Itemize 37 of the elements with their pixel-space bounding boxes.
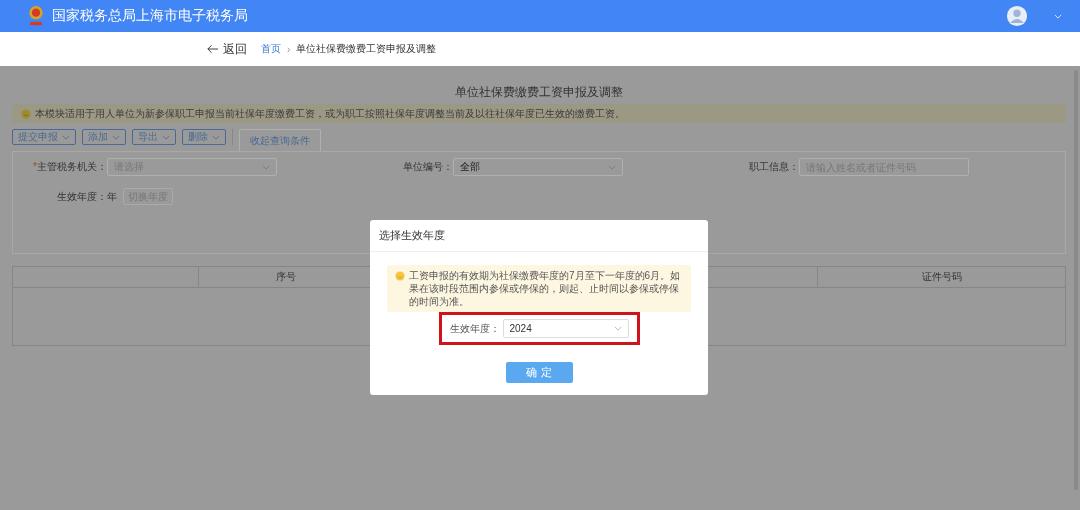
site-title: 国家税务总局上海市电子税务局 [52, 7, 248, 25]
smiley-icon [21, 108, 31, 119]
caret-icon[interactable] [1054, 13, 1062, 19]
user-avatar-icon[interactable] [1006, 5, 1028, 27]
notice-text: 工资申报的有效期为社保缴费年度的7月至下一年度的6月。如果在该时段范围内参保或停保的，则起、止时间以参保或停保的时间为准。 [409, 269, 682, 308]
caret-icon [608, 164, 616, 170]
emblem-logo-icon [26, 5, 46, 27]
field-label: *主管税务机关： [32, 160, 107, 174]
breadcrumb-current: 单位社保费缴费工资申报及调整 [296, 42, 437, 56]
caret-icon [262, 164, 270, 170]
dropdown-button[interactable]: 删除 [182, 129, 226, 145]
column-header: 证件号码 [920, 270, 963, 284]
notice-text: 本模块适用于用人单位为新参保职工申报当前社保年度缴费工资，或为职工按照社保年度调整当前及以往社保年度已生效的缴费工资。 [35, 106, 625, 121]
caret-icon [613, 326, 622, 331]
back-arrow-icon [206, 44, 219, 54]
field-label: 生效年度： [449, 321, 500, 336]
caret-icon [212, 134, 220, 140]
dropdown-button[interactable]: 提交申报 [12, 129, 76, 145]
back-button[interactable]: 返回 [206, 40, 247, 58]
field-label: 生效年度： [56, 189, 107, 204]
select-field[interactable]: 全部 [453, 158, 623, 176]
caret-icon [62, 134, 70, 140]
year-select[interactable]: 2024 [502, 319, 629, 338]
field-label: 单位编号： [402, 160, 453, 174]
page-title: 单位社保费缴费工资申报及调整 [454, 84, 624, 101]
chevron-icon: › [287, 43, 291, 55]
dropdown-button[interactable]: 添加 [82, 129, 126, 145]
confirm-button[interactable]: 确 定 [505, 362, 573, 383]
dialog-title: 选择生效年度 [370, 220, 708, 252]
caret-icon [112, 134, 120, 140]
field-label: 职工信息： [748, 160, 799, 174]
breadcrumb-link[interactable]: 首页 [261, 42, 281, 56]
caret-icon [162, 134, 170, 140]
collapse-filters-tab[interactable]: 收起查询条件 [239, 129, 321, 151]
dropdown-button[interactable]: 导出 [132, 129, 176, 145]
smiley-icon [395, 271, 405, 281]
year-value: 年 [107, 189, 117, 204]
